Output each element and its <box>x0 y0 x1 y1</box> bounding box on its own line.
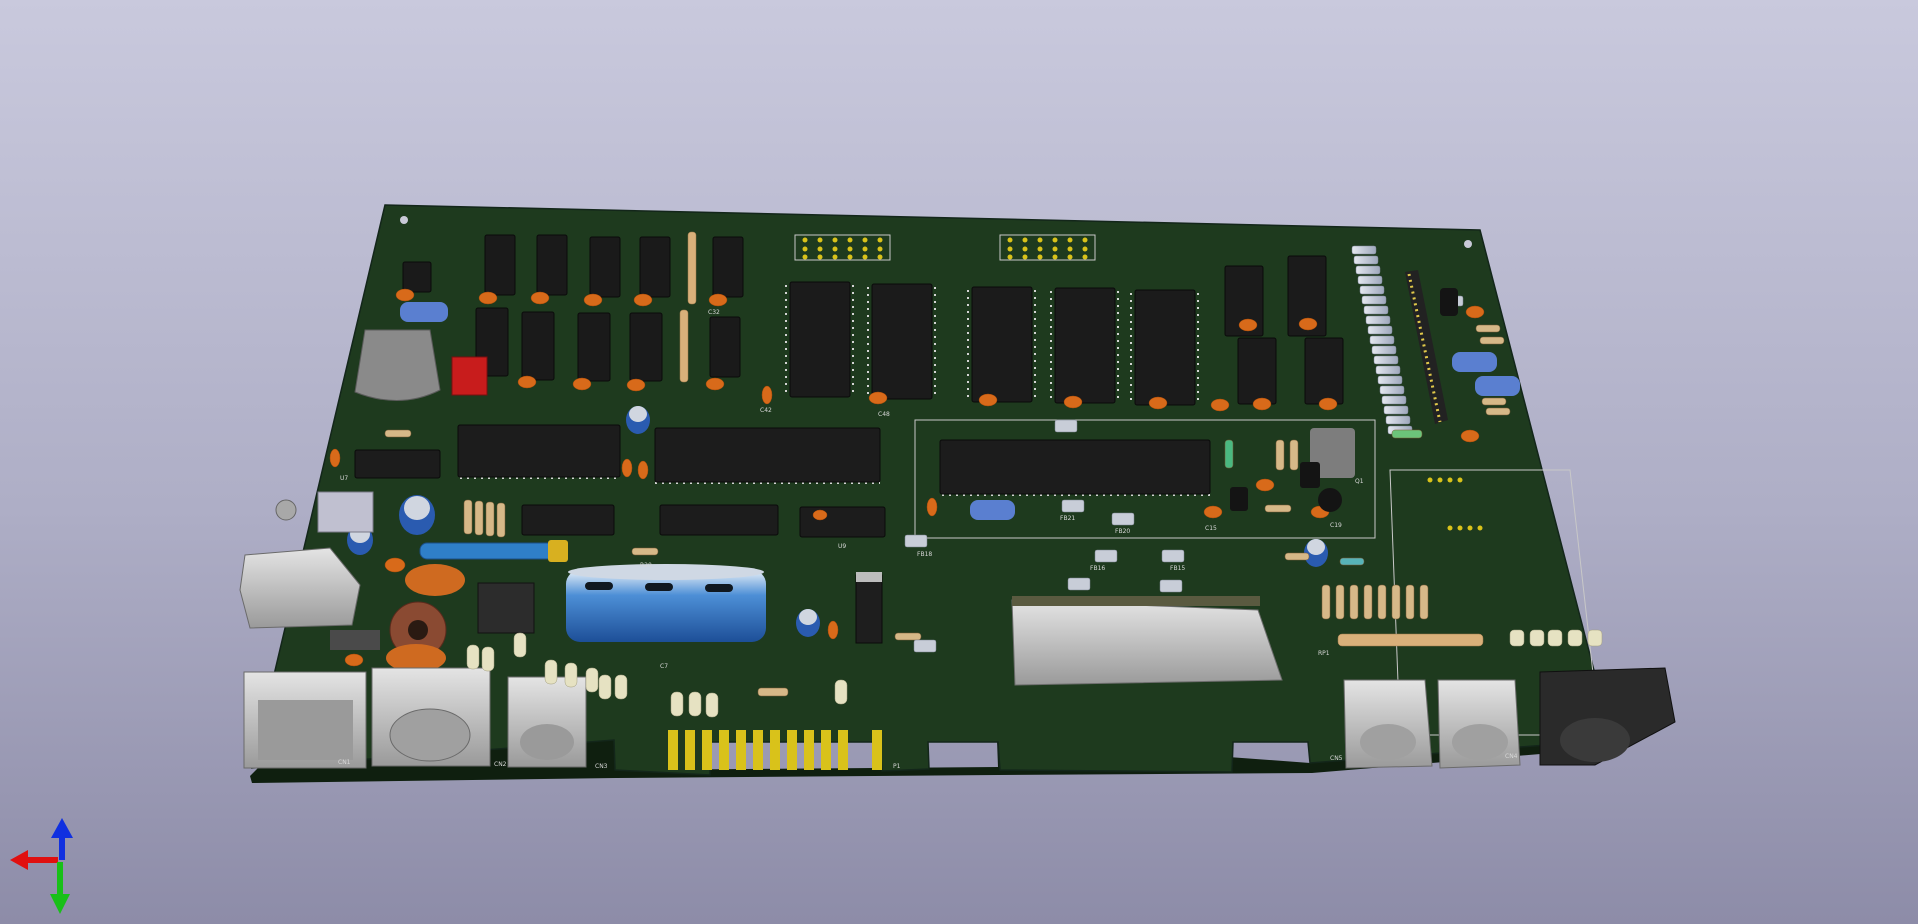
label-c19: C19 <box>1330 522 1342 529</box>
bridge-rectifier <box>477 582 535 634</box>
x-axis-arrow <box>10 850 58 870</box>
label-c42: C42 <box>760 407 772 414</box>
axial-blue <box>419 542 566 560</box>
label-cn5: CN5 <box>1330 755 1343 762</box>
label-fb18: FB18 <box>917 551 932 558</box>
red-component <box>451 356 488 396</box>
label-p1: P1 <box>893 763 901 770</box>
y-axis-arrow <box>50 862 70 914</box>
label-u9: U9 <box>838 543 846 550</box>
z-axis-arrow <box>51 818 73 860</box>
crystal-oscillator <box>354 329 441 401</box>
label-q1: Q1 <box>1355 478 1364 485</box>
3d-viewport[interactable]: CN1 CN2 CN3 CN4 CN5 P1 C7 C48 C42 C32 C1… <box>0 0 1918 924</box>
label-fb21: FB21 <box>1060 515 1075 522</box>
label-cn3: CN3 <box>595 763 608 770</box>
label-cn1: CN1 <box>338 759 351 766</box>
label-fb20: FB20 <box>1115 528 1130 535</box>
label-rp1: RP1 <box>1318 650 1330 657</box>
toroid-core <box>408 620 428 640</box>
idc-connector <box>1011 599 1283 686</box>
voltage-regulator <box>855 574 883 644</box>
label-u7: U7 <box>340 475 348 482</box>
label-c7: C7 <box>660 663 668 670</box>
label-c48: C48 <box>878 411 890 418</box>
idc-connector-header <box>1012 596 1260 606</box>
axial-blue-endcap <box>548 540 568 562</box>
label-cn4: CN4 <box>1505 753 1518 760</box>
label-fb15: FB15 <box>1170 565 1185 572</box>
label-r20: R20 <box>640 562 652 569</box>
orange-disc-cap <box>405 564 465 596</box>
label-fb16: FB16 <box>1090 565 1105 572</box>
label-c15: C15 <box>1205 525 1217 532</box>
axes-gizmo[interactable] <box>0 810 110 924</box>
label-c32: C32 <box>708 309 720 316</box>
regulator-tab <box>856 572 882 582</box>
label-cn2: CN2 <box>494 761 507 768</box>
